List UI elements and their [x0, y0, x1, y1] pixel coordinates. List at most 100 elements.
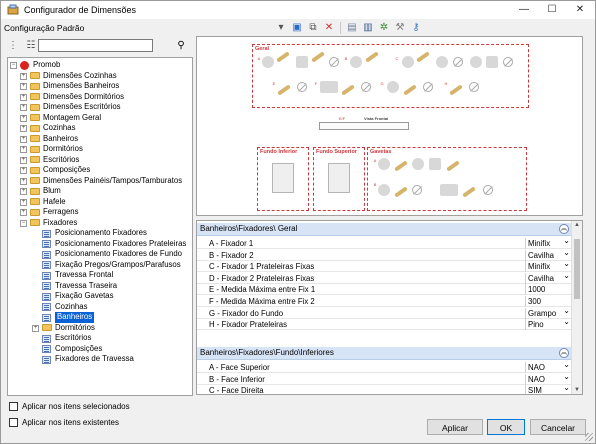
property-row[interactable]: E - Medida Máxima entre Fix 1 1000	[197, 284, 572, 296]
tree-item[interactable]: Travessa Traseira	[8, 281, 192, 292]
tree-item[interactable]: Travessa Frontal	[8, 270, 192, 281]
tree-item[interactable]: Fixação Gavetas	[8, 291, 192, 302]
tree-item[interactable]: + Banheiros	[8, 134, 192, 145]
tree-item[interactable]: Posicionamento Fixadores	[8, 228, 192, 239]
maximize-icon[interactable]: ☐	[538, 1, 566, 19]
tree-item[interactable]: + Montagem Geral	[8, 113, 192, 124]
tool-icon[interactable]: ⚒	[394, 22, 406, 34]
expand-toggle-icon[interactable]: +	[20, 114, 27, 122]
apply-existing-checkbox[interactable]	[9, 418, 18, 427]
expand-toggle-icon[interactable]: +	[20, 146, 27, 153]
title-bar[interactable]: Configurador de Dimensões — ☐ ✕	[1, 1, 595, 19]
collapse-icon[interactable]: ︽	[559, 224, 569, 234]
property-row[interactable]: A - Face Superior NAO	[197, 359, 572, 373]
save-all-icon[interactable]: ▥	[362, 22, 374, 34]
property-row[interactable]: G - Fixador do Fundo Grampo	[197, 305, 572, 319]
expand-toggle-icon[interactable]: −	[10, 62, 17, 69]
tree-item[interactable]: Fixação Pregos/Grampos/Parafusos	[8, 260, 192, 271]
tree-item[interactable]: Composições	[8, 344, 192, 355]
expand-toggle-icon[interactable]: +	[20, 72, 27, 80]
key-icon[interactable]: ⚷	[410, 22, 422, 34]
tree-item[interactable]: + Dimensões Dormitórios	[8, 92, 192, 103]
property-value-input[interactable]: 1000	[525, 284, 572, 296]
tree-item[interactable]: + Dimensões Escritórios	[8, 102, 192, 113]
category-tree[interactable]: − Promob + Dimensões Cozinhas + Dimensões Ban…	[7, 57, 193, 396]
apply-selected-checkbox[interactable]	[9, 402, 18, 411]
tree-item[interactable]: − Fixadores	[8, 218, 192, 229]
expand-toggle-icon[interactable]: +	[20, 188, 27, 195]
expand-toggle-icon[interactable]: −	[20, 219, 27, 227]
tree-item[interactable]: Banheiros	[8, 312, 192, 323]
scrollbar-thumb[interactable]	[574, 239, 580, 299]
scroll-down-icon[interactable]: ▼	[574, 387, 580, 393]
cancel-button[interactable]: Cancelar	[530, 419, 586, 435]
copy-config-icon[interactable]: ⧉	[307, 22, 319, 34]
delete-icon[interactable]: ✕	[323, 22, 335, 34]
property-row[interactable]: A - Fixador 1 Minifix	[197, 235, 572, 249]
tree-item[interactable]: Posicionamento Fixadores Prateleiras	[8, 239, 192, 250]
tree-item[interactable]: + Cozinhas	[8, 123, 192, 134]
property-row[interactable]: B - Fixador 2 Cavilha	[197, 247, 572, 261]
expand-toggle-icon[interactable]: +	[20, 104, 27, 111]
property-row[interactable]: C - Face Direita SIM	[197, 382, 572, 394]
tree-item[interactable]: Cozinhas	[8, 302, 192, 313]
tree-view-icon[interactable]: ⋮	[7, 40, 19, 52]
tree-item[interactable]: + Dimensões Cozinhas	[8, 71, 192, 82]
property-row[interactable]: H - Fixador Prateleiras Pino	[197, 316, 572, 331]
tree-item[interactable]: + Dormitórios	[8, 144, 192, 155]
configuration-label[interactable]: Configuração Padrão	[4, 23, 84, 33]
property-row[interactable]: B - Face Inferior NAO	[197, 371, 572, 385]
tree-item[interactable]: + Dormitórios	[8, 322, 192, 334]
tree-item[interactable]: Fixadores de Travessa	[8, 354, 192, 365]
tree-item[interactable]: + Hafele	[8, 197, 192, 208]
tree-filter-input[interactable]	[38, 39, 153, 52]
property-row[interactable]: F - Medida Máxima entre Fix 2 300	[197, 296, 572, 307]
apply-existing-option[interactable]: Aplicar nos itens existentes	[9, 418, 119, 427]
apply-button[interactable]: Aplicar	[427, 419, 483, 435]
expand-toggle-icon[interactable]: +	[20, 156, 27, 164]
expand-toggle-icon[interactable]: +	[20, 83, 27, 90]
property-value-select[interactable]: Cavilha	[525, 270, 572, 284]
tree-item[interactable]: + Composições	[8, 165, 192, 176]
minimize-icon[interactable]: —	[510, 1, 538, 19]
dowel-part	[462, 186, 476, 198]
property-value-select[interactable]: SIM	[525, 382, 572, 394]
settings-icon[interactable]: ✲	[378, 22, 390, 34]
collapse-icon[interactable]: ︽	[559, 348, 569, 358]
ok-button[interactable]: OK	[487, 419, 525, 435]
new-config-icon[interactable]: ▣	[291, 22, 303, 34]
save-icon[interactable]: ▤	[346, 22, 358, 34]
binoculars-search-icon[interactable]: ⚲	[174, 39, 188, 52]
tree-item[interactable]: Posicionamento Fixadores de Fundo	[8, 249, 192, 260]
resize-grip[interactable]	[585, 433, 593, 441]
tree-item[interactable]: − Promob	[8, 60, 192, 71]
property-value-select[interactable]: Pino	[525, 316, 572, 331]
property-group-header[interactable]: Banheiros\Fixadores\ Geral ︽	[197, 223, 572, 236]
expand-toggle-icon[interactable]: +	[20, 167, 27, 174]
tree-item[interactable]: + Dimensões Painéis/Tampos/Tamburatos	[8, 176, 192, 187]
property-row[interactable]: C - Fixador 1 Prateleiras Fixas Minifix	[197, 258, 572, 273]
tree-item[interactable]: + Blum	[8, 186, 192, 197]
expand-toggle-icon[interactable]: +	[32, 324, 39, 332]
expand-toggle-icon[interactable]: +	[20, 177, 27, 185]
close-icon[interactable]: ✕	[566, 1, 594, 19]
dropdown-arrow-icon[interactable]: ▾	[275, 22, 287, 34]
tree-item[interactable]: + Escritórios	[8, 155, 192, 166]
tree-item-label: Dormitórios	[55, 322, 95, 332]
tree-item[interactable]: + Dimensões Banheiros	[8, 81, 192, 92]
expand-toggle-icon[interactable]: +	[20, 198, 27, 206]
property-group-header[interactable]: Banheiros\Fixadores\Fundo\Inferiores ︽	[197, 347, 572, 360]
expand-toggle-icon[interactable]: +	[20, 125, 27, 132]
list-view-icon[interactable]: ☷	[25, 40, 37, 52]
properties-grid[interactable]: Banheiros\Fixadores\ Geral ︽ A - Fixador…	[196, 220, 583, 395]
apply-selected-option[interactable]: Aplicar nos itens selecionados	[9, 402, 130, 411]
expand-toggle-icon[interactable]: +	[20, 135, 27, 143]
tree-item[interactable]: + Ferragens	[8, 207, 192, 218]
tree-item-label: Dormitórios	[43, 144, 83, 153]
properties-scrollbar[interactable]: ▲ ▼	[571, 221, 582, 394]
expand-toggle-icon[interactable]: +	[20, 209, 27, 216]
expand-toggle-icon[interactable]: +	[20, 93, 27, 101]
scroll-up-icon[interactable]: ▲	[574, 222, 580, 228]
tree-item[interactable]: Escritórios	[8, 333, 192, 344]
property-row[interactable]: D - Fixador 2 Prateleiras Fixas Cavilha	[197, 270, 572, 284]
